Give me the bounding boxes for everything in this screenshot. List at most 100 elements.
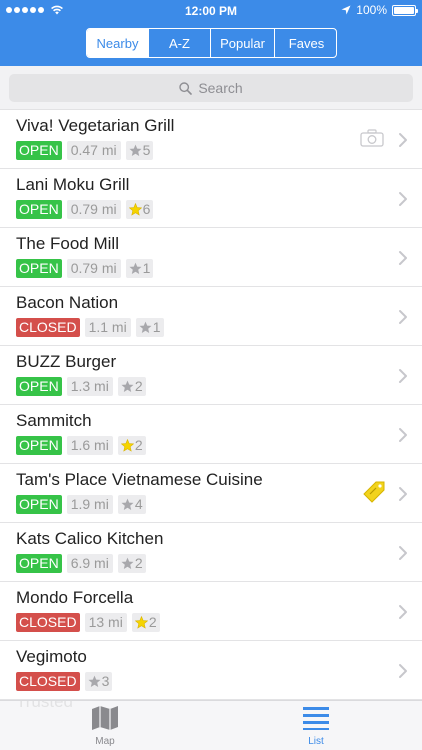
list-item[interactable]: BUZZ Burger OPEN 1.3 mi 2 [0,346,422,405]
battery-percent: 100% [356,3,387,17]
rating-value: 5 [142,142,151,158]
status-badge: OPEN [16,554,62,573]
list-item[interactable]: Bacon Nation CLOSED 1.1 mi 1 [0,287,422,346]
rating-value: 2 [134,378,143,394]
chevron-right-icon [399,664,407,678]
star-icon [129,262,142,274]
distance-label: 1.1 mi [84,318,131,337]
search-placeholder: Search [198,80,243,96]
chevron-right-icon [399,428,407,442]
status-right: 100% [341,3,418,17]
star-icon [121,557,134,569]
rating-value: 1 [142,260,151,276]
list-item[interactable]: Kats Calico Kitchen OPEN 6.9 mi 2 [0,523,422,582]
restaurant-meta: OPEN 1.9 mi 4 [16,495,146,514]
list-item[interactable]: Viva! Vegetarian Grill OPEN 0.47 mi 5 [0,110,422,169]
rating-value: 4 [134,496,143,512]
list-item[interactable]: Mondo Forcella CLOSED 13 mi 2 [0,582,422,641]
status-badge: OPEN [16,436,62,455]
list-item[interactable]: Lani Moku Grill OPEN 0.79 mi 6 [0,169,422,228]
chevron-right-icon [399,251,407,265]
restaurant-meta: OPEN 1.3 mi 2 [16,377,146,396]
segment-nearby[interactable]: Nearby [87,29,149,57]
distance-label: 1.9 mi [66,495,113,514]
star-filled-icon [120,439,134,452]
status-badge: OPEN [16,141,62,160]
restaurant-meta: OPEN 6.9 mi 2 [16,554,146,573]
restaurant-meta: CLOSED 3 [16,672,113,691]
distance-label: 0.79 mi [66,200,121,219]
status-badge: CLOSED [16,318,80,337]
star-icon [88,675,101,687]
tab-map[interactable]: Map [75,705,135,747]
search-icon [179,81,193,95]
rating-badge: 2 [117,436,146,455]
price-tag-icon [363,481,385,503]
rating-badge: 6 [125,200,154,219]
tab-list-label: List [308,736,324,747]
rating-value: 6 [142,201,151,217]
rating-value: 2 [134,555,143,571]
map-icon [92,706,118,730]
chevron-right-icon [399,369,407,383]
rating-badge: 5 [125,141,154,160]
search-input[interactable]: Search [9,74,413,102]
list-item[interactable]: The Food Mill OPEN 0.79 mi 1 [0,228,422,287]
restaurant-list: Viva! Vegetarian Grill OPEN 0.47 mi 5 Lani M… [0,110,422,700]
segment-faves[interactable]: Faves [275,29,336,57]
status-badge: CLOSED [16,613,80,632]
restaurant-name: Mondo Forcella [16,588,134,607]
rating-badge: 2 [117,554,146,573]
restaurant-name: Lani Moku Grill [16,175,130,194]
partial-row-name: Trusted [16,701,74,711]
distance-label: 0.47 mi [66,141,121,160]
list-item[interactable]: Sammitch OPEN 1.6 mi 2 [0,405,422,464]
distance-label: 13 mi [84,613,127,632]
chevron-right-icon [399,310,407,324]
restaurant-name: BUZZ Burger [16,352,117,371]
rating-value: 2 [148,614,157,630]
star-filled-icon [128,203,142,216]
restaurant-name: Viva! Vegetarian Grill [16,116,175,135]
distance-label: 1.3 mi [66,377,113,396]
restaurant-name: Kats Calico Kitchen [16,529,164,548]
distance-label: 6.9 mi [66,554,113,573]
rating-badge: 4 [117,495,146,514]
tab-map-label: Map [95,736,115,747]
rating-badge: 3 [84,672,113,691]
status-badge: CLOSED [16,672,80,691]
chevron-right-icon [399,546,407,560]
restaurant-meta: OPEN 0.47 mi 5 [16,141,154,160]
rating-value: 3 [101,673,110,689]
list-item[interactable]: Tam's Place Vietnamese Cuisine OPEN 1.9 mi… [0,464,422,523]
rating-badge: 2 [131,613,160,632]
segment-popular[interactable]: Popular [211,29,275,57]
star-filled-icon [134,616,148,629]
partial-list-item: Trusted [16,701,73,717]
header-bar: 12:00 PM 100% Nearby A-Z Popular Faves [0,0,422,66]
list-icon [303,707,329,730]
search-bar-container: Search [0,66,422,110]
star-icon [139,321,152,333]
status-bar: 12:00 PM 100% [0,0,422,22]
rating-badge: 1 [125,259,154,278]
tab-list[interactable]: List [286,705,346,747]
chevron-right-icon [399,487,407,501]
restaurant-meta: OPEN 1.6 mi 2 [16,436,146,455]
rating-badge: 2 [117,377,146,396]
restaurant-name: The Food Mill [16,234,119,253]
restaurant-name: Bacon Nation [16,293,119,312]
location-arrow-icon [341,5,351,15]
list-item[interactable]: Vegimoto CLOSED 3 [0,641,422,700]
distance-label: 0.79 mi [66,259,121,278]
restaurant-meta: OPEN 0.79 mi 6 [16,200,154,219]
status-badge: OPEN [16,495,62,514]
restaurant-meta: CLOSED 13 mi 2 [16,613,160,632]
status-badge: OPEN [16,259,62,278]
rating-badge: 1 [135,318,164,337]
distance-label: 1.6 mi [66,436,113,455]
segment-a-z[interactable]: A-Z [149,29,211,57]
restaurant-name: Sammitch [16,411,92,430]
restaurant-name: Vegimoto [16,647,87,666]
restaurant-meta: CLOSED 1.1 mi 1 [16,318,164,337]
